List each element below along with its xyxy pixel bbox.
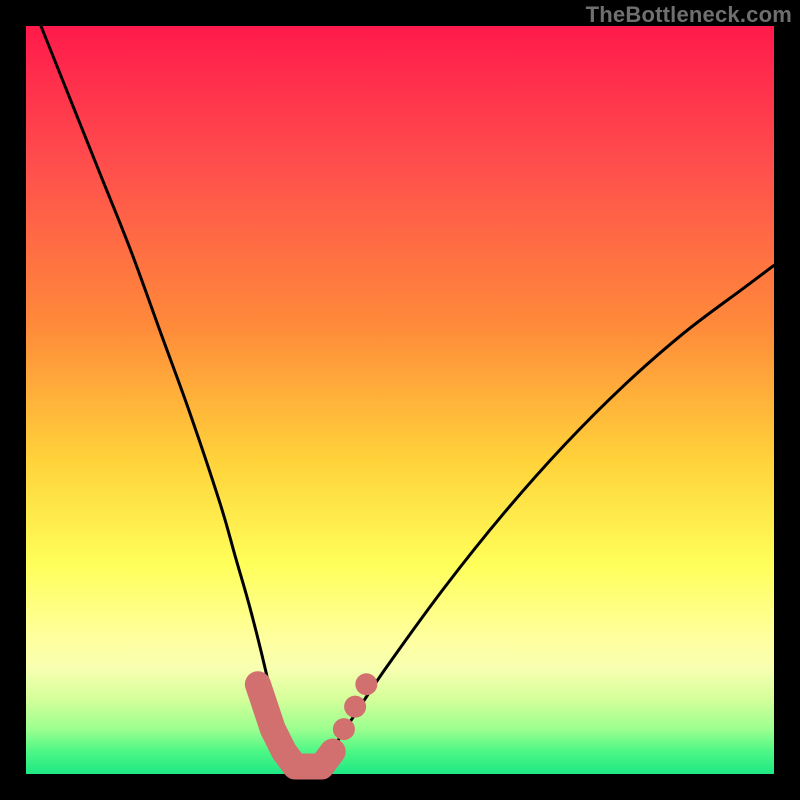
- watermark-text: TheBottleneck.com: [586, 2, 792, 28]
- chart-frame: TheBottleneck.com: [0, 0, 800, 800]
- chart-svg: [26, 26, 774, 774]
- marker-dots: [247, 673, 377, 777]
- bottleneck-curve: [41, 26, 774, 776]
